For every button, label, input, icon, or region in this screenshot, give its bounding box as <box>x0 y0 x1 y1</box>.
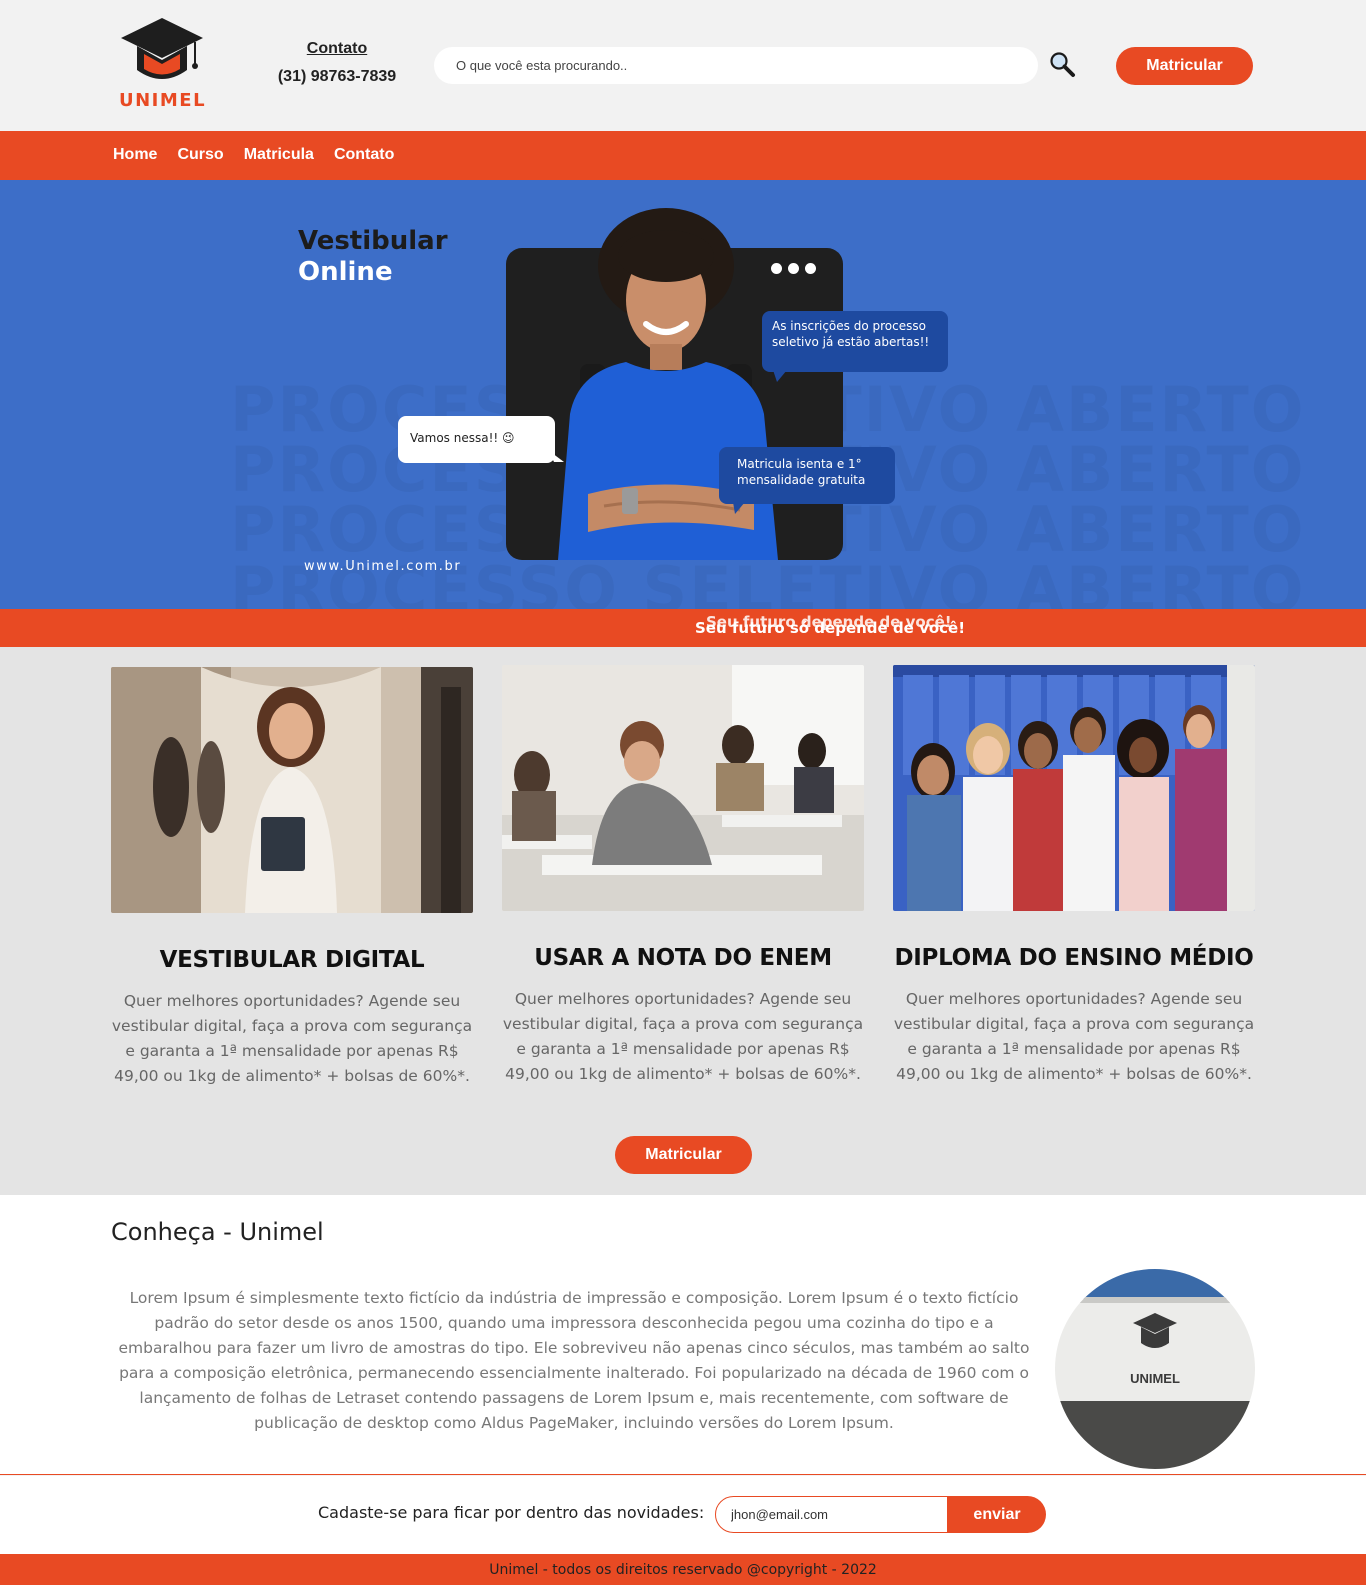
bubble-tail-left <box>548 450 564 462</box>
nav-link-contato[interactable]: Contato <box>334 146 394 163</box>
footer-copyright: Unimel - todos os direitos reservado @co… <box>489 1562 877 1578</box>
chat-bubble-left: Vamos nessa!! 😉 <box>398 416 555 463</box>
course-card-vestibular: VESTIBULAR DIGITAL Quer melhores oportun… <box>111 667 473 1089</box>
header-enroll-button[interactable]: Matricular <box>1116 47 1253 85</box>
nav-item-contato: Contato <box>334 146 394 164</box>
search-button[interactable] <box>1048 50 1076 78</box>
course-image-diploma <box>893 665 1255 911</box>
bubble-tail-top <box>773 370 787 382</box>
chat-bubble-bottom: Matricula isenta e 1° mensalidade gratui… <box>719 447 895 504</box>
contact-block: Contato (31) 98763-7839 <box>272 40 402 86</box>
course-description: Quer melhores oportunidades? Agende seu … <box>893 990 1255 1083</box>
nav-item-matricula: Matricula <box>244 146 314 164</box>
newsletter-section: Cadaste-se para ficar por dentro das nov… <box>0 1476 1366 1554</box>
courses-enroll-button[interactable]: Matricular <box>615 1136 752 1174</box>
hero-url: www.Unimel.com.br <box>304 559 462 574</box>
course-description: Quer melhores oportunidades? Agende seu … <box>502 990 864 1083</box>
contact-link[interactable]: Contato <box>272 40 402 58</box>
about-title: Conheça - Unimel <box>111 1218 324 1246</box>
newsletter-label: Cadaste-se para ficar por dentro das nov… <box>318 1503 705 1522</box>
course-description: Quer melhores oportunidades? Agende seu … <box>111 992 473 1085</box>
nav-link-home[interactable]: Home <box>113 146 157 163</box>
contact-phone: (31) 98763-7839 <box>277 68 397 85</box>
nav-item-home: Home <box>113 146 157 164</box>
about-building-image: UNIMEL <box>1055 1269 1255 1469</box>
hero-banner[interactable]: PROCESSO SELETIVO ABERTO PROCESSO SELETI… <box>0 180 1366 609</box>
bubble-tail-bottom <box>733 502 745 514</box>
graduation-cap-icon <box>121 18 203 79</box>
about-section: Conheça - Unimel Lorem Ipsum é simplesme… <box>0 1195 1366 1475</box>
course-image-vestibular <box>111 667 473 913</box>
hero-title: Vestibular Online <box>298 226 448 288</box>
ticker-bar: Seu futuro depende de você! Seu futuro s… <box>0 609 1366 647</box>
newsletter-submit-button[interactable]: enviar <box>948 1496 1046 1533</box>
course-card-diploma: DIPLOMA DO ENSINO MÉDIO Quer melhores op… <box>893 665 1255 1087</box>
course-title: VESTIBULAR DIGITAL <box>159 947 425 973</box>
course-title: DIPLOMA DO ENSINO MÉDIO <box>894 945 1254 971</box>
nav-link-matricula[interactable]: Matricula <box>244 146 314 163</box>
main-nav: Home Curso Matricula Contato <box>0 131 1366 180</box>
ticker-text: Seu futuro só depende de você! <box>695 619 966 637</box>
hero-title-line2: Online <box>298 257 393 287</box>
dots-icon <box>771 263 816 274</box>
hero-title-line1: Vestibular <box>298 226 448 256</box>
site-header: UNIMEL Contato (31) 98763-7839 Matricula… <box>0 0 1366 131</box>
chat-bubble-top: As inscrições do processo seletivo já es… <box>762 311 948 372</box>
course-image-enem <box>502 665 864 911</box>
search-icon <box>1050 52 1075 77</box>
search-input[interactable] <box>434 47 1038 84</box>
courses-section: VESTIBULAR DIGITAL Quer melhores oportun… <box>0 647 1366 1195</box>
logo-text: UNIMEL <box>119 90 207 111</box>
course-card-enem: USAR A NOTA DO ENEM Quer melhores oportu… <box>502 665 864 1087</box>
nav-link-curso[interactable]: Curso <box>177 146 223 163</box>
about-text: Lorem Ipsum é simplesmente texto fictíci… <box>118 1289 1030 1432</box>
site-footer: Unimel - todos os direitos reservado @co… <box>0 1554 1366 1585</box>
nav-item-curso: Curso <box>177 146 223 164</box>
logo[interactable]: UNIMEL <box>119 14 205 114</box>
course-title: USAR A NOTA DO ENEM <box>534 945 832 971</box>
newsletter-email-field[interactable] <box>715 1496 948 1533</box>
nav-list: Home Curso Matricula Contato <box>113 146 394 164</box>
about-sign-text: UNIMEL <box>1130 1371 1180 1386</box>
